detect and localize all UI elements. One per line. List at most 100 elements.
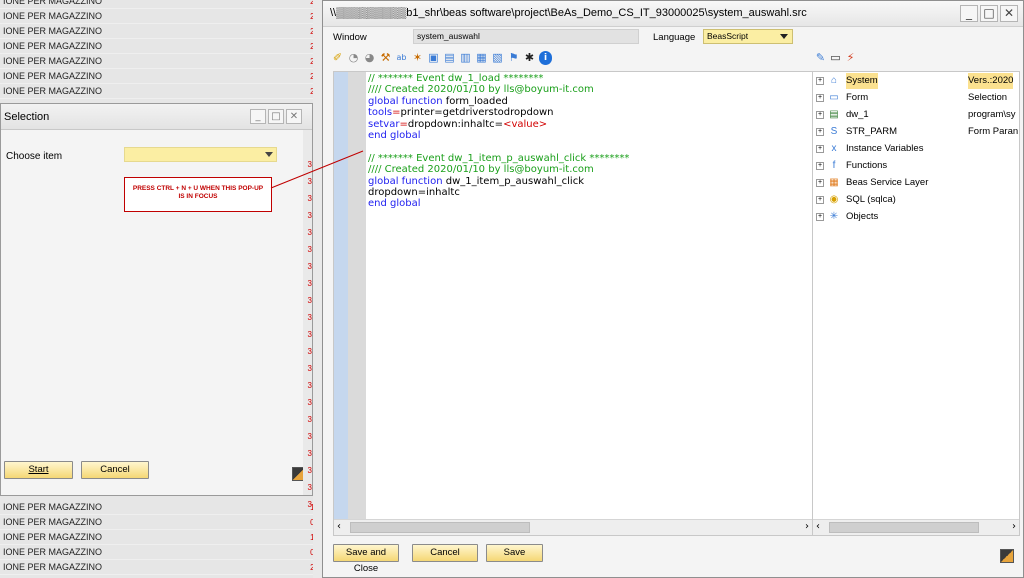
chevron-down-icon[interactable] — [265, 152, 273, 157]
code-line: // ******* Event dw_1_load ******** — [368, 73, 629, 84]
pencil-icon[interactable]: ✎ — [814, 51, 827, 65]
code-line: tools=printer=getdriverstodropdown — [368, 107, 629, 118]
form-icon: ▭ — [829, 92, 839, 103]
side-number: 3 — [307, 449, 312, 458]
window-icon[interactable]: ▭ — [829, 51, 842, 65]
minimize-icon[interactable]: _ — [960, 5, 978, 22]
code-token: printer=getdriverstodropdown — [400, 107, 554, 119]
save-button[interactable]: Save — [486, 544, 543, 562]
background-row: IONE PER MAGAZZINO07 — [0, 515, 322, 530]
close-icon[interactable]: ✕ — [286, 109, 302, 124]
start-button[interactable]: Start — [4, 461, 73, 479]
code-text[interactable]: // ******* Event dw_1_load ********//// … — [368, 73, 629, 210]
wand-icon[interactable]: ⚒ — [379, 51, 392, 65]
tree-item-sql-sqlca-[interactable]: + ◉ SQL (sqlca) — [813, 192, 1019, 208]
close-icon[interactable]: ✕ — [1000, 5, 1018, 22]
code-token: // ******* Event dw_1_load ******** — [368, 73, 544, 84]
expand-icon[interactable]: + — [816, 128, 824, 136]
cancel-button[interactable]: Cancel — [81, 461, 149, 479]
code-line: dropdown=inhaltc — [368, 187, 629, 198]
editor-titlebar[interactable]: \\▒▒▒▒▒▒▒▒▒b1_shr\beas software\project\… — [323, 1, 1023, 27]
language-value: BeasScript — [707, 31, 749, 41]
scroll-thumb[interactable] — [350, 522, 530, 533]
cancel-button-label: Cancel — [430, 547, 460, 558]
background-row-text: IONE PER MAGAZZINO — [3, 547, 103, 557]
comment-icon[interactable]: ◔ — [347, 51, 360, 65]
tree-item-instance-variables[interactable]: + x Instance Variables — [813, 141, 1019, 157]
maximize-icon[interactable]: □ — [268, 109, 284, 124]
line-number-gutter — [348, 72, 366, 520]
document-save-icon[interactable]: ▥ — [459, 51, 472, 65]
chevron-down-icon[interactable] — [780, 34, 788, 39]
replace-icon[interactable]: ab — [395, 51, 408, 65]
horizontal-scrollbar[interactable]: ‹ › — [813, 519, 1019, 535]
code-line: global function dw_1_item_p_auswahl_clic… — [368, 176, 629, 187]
tree-item-str-parm[interactable]: + S STR_PARM Form Paran — [813, 124, 1019, 140]
translate-icon[interactable]: ▧ — [491, 51, 504, 65]
document-icon[interactable]: ▣ — [427, 51, 440, 65]
scroll-right-icon[interactable]: › — [805, 521, 809, 532]
side-number: 3 — [307, 330, 312, 339]
choose-item-dropdown[interactable] — [124, 147, 277, 162]
lightning-icon[interactable]: ⚡ — [844, 51, 857, 65]
expand-icon[interactable]: + — [816, 179, 824, 187]
code-token: <value> — [503, 118, 548, 130]
background-row-text: IONE PER MAGAZZINO — [3, 86, 103, 96]
maximize-icon[interactable]: □ — [980, 5, 998, 22]
tree-item-label: Form — [846, 92, 869, 103]
language-dropdown[interactable]: BeasScript — [703, 29, 793, 44]
functions-icon: f — [832, 160, 836, 171]
scroll-left-icon[interactable]: ‹ — [337, 521, 341, 532]
scroll-right-icon[interactable]: › — [1012, 521, 1016, 532]
background-row-text: IONE PER MAGAZZINO — [3, 0, 103, 6]
object-tree[interactable]: + ⌂ System Vers.:2020 + ▭ Form Selection + ▤ dw_1 p… — [812, 71, 1020, 536]
code-token: = — [392, 107, 401, 119]
code-editor[interactable]: // ******* Event dw_1_load ********//// … — [333, 71, 813, 536]
expand-icon[interactable]: + — [816, 77, 824, 85]
cancel-button[interactable]: Cancel — [412, 544, 478, 562]
document-open-icon[interactable]: ▤ — [443, 51, 456, 65]
tree-item-value: Form Paran — [968, 126, 1019, 137]
selection-titlebar[interactable]: Selection _ □ ✕ — [1, 104, 312, 130]
background-row-text: IONE PER MAGAZZINO — [3, 26, 103, 36]
code-line — [368, 141, 629, 152]
code-line: global function form_loaded — [368, 96, 629, 107]
code-token: global function — [368, 175, 446, 187]
expand-icon[interactable]: + — [816, 213, 824, 221]
side-number: 3 — [307, 245, 312, 254]
tree-item-objects[interactable]: + ✳ Objects — [813, 209, 1019, 225]
side-number: 3 — [307, 211, 312, 220]
magic-icon[interactable]: ✶ — [411, 51, 424, 65]
save-button-label: Save — [503, 547, 526, 558]
tree-item-form[interactable]: + ▭ Form Selection — [813, 90, 1019, 106]
window-field[interactable]: system_auswahl — [413, 29, 639, 44]
info-icon[interactable]: i — [539, 51, 552, 65]
tree-item-beas-service-layer[interactable]: + ▦ Beas Service Layer — [813, 175, 1019, 191]
code-token: form_loaded — [445, 95, 508, 107]
save-and-close-button[interactable]: Save and Close — [333, 544, 399, 574]
help-text-icon[interactable]: ▦ — [475, 51, 488, 65]
bookmark-icon[interactable]: ✐ — [331, 51, 344, 65]
tree-item-functions[interactable]: + f Functions — [813, 158, 1019, 174]
horizontal-scrollbar[interactable]: ‹ › — [334, 519, 812, 535]
background-row: IONE PER MAGAZZINO29 — [0, 0, 322, 9]
background-row-text: IONE PER MAGAZZINO — [3, 562, 103, 572]
run-icon[interactable]: ⚑ — [507, 51, 520, 65]
uncomment-icon[interactable]: ◕ — [363, 51, 376, 65]
expand-icon[interactable]: + — [816, 162, 824, 170]
code-token: end global — [368, 198, 421, 210]
expand-icon[interactable]: + — [816, 145, 824, 153]
debug-icon[interactable]: ✱ — [523, 51, 536, 65]
side-number-column: 3 3 3 3 3 3 3 3 3 3 3 3 3 3 3 3 3 3 3 3 3 — [303, 130, 312, 509]
tree-item-dw-1[interactable]: + ▤ dw_1 program\sy — [813, 107, 1019, 123]
selection-title: Selection — [4, 111, 50, 123]
scroll-left-icon[interactable]: ‹ — [816, 521, 820, 532]
expand-icon[interactable]: + — [816, 94, 824, 102]
minimize-icon[interactable]: _ — [250, 109, 266, 124]
tree-item-system[interactable]: + ⌂ System Vers.:2020 — [813, 73, 1019, 89]
editor-toolbar: ✐ ◔ ◕ ⚒ ab ✶ ▣ ▤ ▥ ▦ ▧ ⚑ ✱ i — [331, 51, 552, 65]
expand-icon[interactable]: + — [816, 196, 824, 204]
scroll-thumb[interactable] — [829, 522, 979, 533]
expand-icon[interactable]: + — [816, 111, 824, 119]
side-number: 3 — [307, 177, 312, 186]
